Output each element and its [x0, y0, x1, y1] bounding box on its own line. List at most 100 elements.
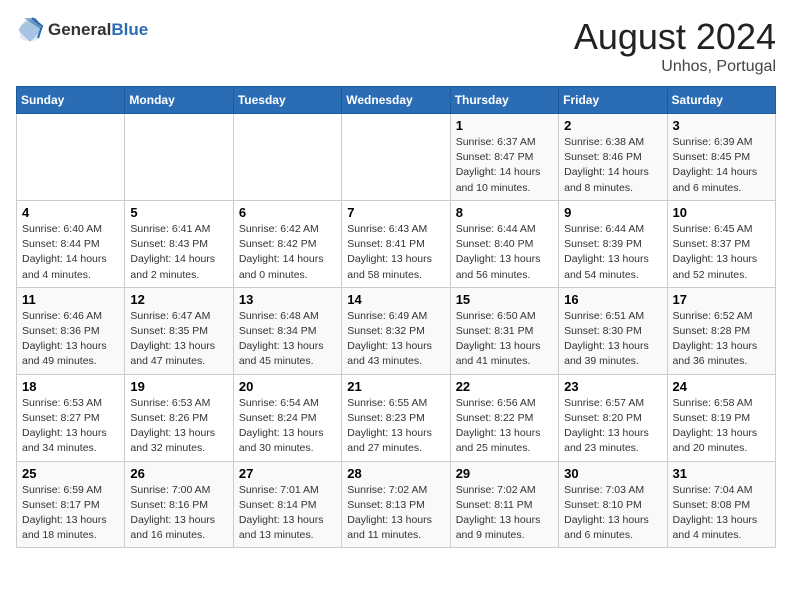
week-row-2: 11 Sunrise: 6:46 AM Sunset: 8:36 PM Dayli…: [17, 287, 776, 374]
calendar-cell: 22 Sunrise: 6:56 AM Sunset: 8:22 PM Dayli…: [450, 374, 558, 461]
header-cell-wednesday: Wednesday: [342, 87, 450, 114]
page-header: GeneralBlue August 2024 Unhos, Portugal: [16, 16, 776, 76]
calendar-cell: 21 Sunrise: 6:55 AM Sunset: 8:23 PM Dayli…: [342, 374, 450, 461]
calendar-body: 1Sunrise: 6:37 AM Sunset: 8:47 PM Daylig…: [17, 114, 776, 548]
cell-content: Sunrise: 6:46 AM Sunset: 8:36 PM Dayligh…: [22, 309, 119, 370]
cell-content: Sunrise: 7:01 AM Sunset: 8:14 PM Dayligh…: [239, 483, 336, 544]
calendar-cell: 23 Sunrise: 6:57 AM Sunset: 8:20 PM Dayli…: [559, 374, 667, 461]
day-number: 26: [130, 466, 227, 481]
location: Unhos, Portugal: [574, 58, 776, 76]
cell-content: Sunrise: 6:40 AM Sunset: 8:44 PM Dayligh…: [22, 222, 119, 283]
cell-content: Sunrise: 6:56 AM Sunset: 8:22 PM Dayligh…: [456, 396, 553, 457]
calendar-cell: 15 Sunrise: 6:50 AM Sunset: 8:31 PM Dayli…: [450, 287, 558, 374]
cell-content: Sunrise: 6:38 AM Sunset: 8:46 PM Dayligh…: [564, 135, 661, 196]
cell-content: Sunrise: 6:55 AM Sunset: 8:23 PM Dayligh…: [347, 396, 444, 457]
cell-content: Sunrise: 6:51 AM Sunset: 8:30 PM Dayligh…: [564, 309, 661, 370]
cell-content: Sunrise: 6:39 AM Sunset: 8:45 PM Dayligh…: [673, 135, 770, 196]
cell-content: Sunrise: 6:43 AM Sunset: 8:41 PM Dayligh…: [347, 222, 444, 283]
day-number: 9: [564, 205, 661, 220]
calendar-cell: 27 Sunrise: 7:01 AM Sunset: 8:14 PM Dayli…: [233, 461, 341, 548]
cell-content: Sunrise: 6:44 AM Sunset: 8:39 PM Dayligh…: [564, 222, 661, 283]
day-number: 31: [673, 466, 770, 481]
cell-content: Sunrise: 6:48 AM Sunset: 8:34 PM Dayligh…: [239, 309, 336, 370]
day-number: 20: [239, 379, 336, 394]
header-row: SundayMondayTuesdayWednesdayThursdayFrid…: [17, 87, 776, 114]
cell-content: Sunrise: 6:59 AM Sunset: 8:17 PM Dayligh…: [22, 483, 119, 544]
day-number: 7: [347, 205, 444, 220]
day-number: 24: [673, 379, 770, 394]
day-number: 8: [456, 205, 553, 220]
logo-text-block: GeneralBlue: [48, 20, 148, 40]
calendar-cell: 13 Sunrise: 6:48 AM Sunset: 8:34 PM Dayli…: [233, 287, 341, 374]
cell-content: Sunrise: 7:03 AM Sunset: 8:10 PM Dayligh…: [564, 483, 661, 544]
calendar-cell: [342, 114, 450, 201]
day-number: 10: [673, 205, 770, 220]
day-number: 22: [456, 379, 553, 394]
calendar-cell: 2 Sunrise: 6:38 AM Sunset: 8:46 PM Daylig…: [559, 114, 667, 201]
day-number: 13: [239, 292, 336, 307]
cell-content: Sunrise: 6:53 AM Sunset: 8:27 PM Dayligh…: [22, 396, 119, 457]
calendar-cell: 31Sunrise: 7:04 AM Sunset: 8:08 PM Dayli…: [667, 461, 775, 548]
header-cell-saturday: Saturday: [667, 87, 775, 114]
week-row-4: 25Sunrise: 6:59 AM Sunset: 8:17 PM Dayli…: [17, 461, 776, 548]
calendar-cell: 6 Sunrise: 6:42 AM Sunset: 8:42 PM Daylig…: [233, 200, 341, 287]
header-cell-monday: Monday: [125, 87, 233, 114]
day-number: 16: [564, 292, 661, 307]
header-cell-tuesday: Tuesday: [233, 87, 341, 114]
calendar-cell: 16 Sunrise: 6:51 AM Sunset: 8:30 PM Dayli…: [559, 287, 667, 374]
day-number: 3: [673, 118, 770, 133]
title-block: August 2024 Unhos, Portugal: [574, 16, 776, 76]
cell-content: Sunrise: 6:53 AM Sunset: 8:26 PM Dayligh…: [130, 396, 227, 457]
calendar-cell: 7 Sunrise: 6:43 AM Sunset: 8:41 PM Daylig…: [342, 200, 450, 287]
calendar-cell: 25Sunrise: 6:59 AM Sunset: 8:17 PM Dayli…: [17, 461, 125, 548]
day-number: 27: [239, 466, 336, 481]
day-number: 6: [239, 205, 336, 220]
calendar-cell: [17, 114, 125, 201]
cell-content: Sunrise: 7:00 AM Sunset: 8:16 PM Dayligh…: [130, 483, 227, 544]
cell-content: Sunrise: 6:47 AM Sunset: 8:35 PM Dayligh…: [130, 309, 227, 370]
day-number: 23: [564, 379, 661, 394]
calendar-cell: 1Sunrise: 6:37 AM Sunset: 8:47 PM Daylig…: [450, 114, 558, 201]
logo: GeneralBlue: [16, 16, 148, 44]
header-cell-sunday: Sunday: [17, 87, 125, 114]
calendar-cell: 14 Sunrise: 6:49 AM Sunset: 8:32 PM Dayli…: [342, 287, 450, 374]
calendar-cell: 11 Sunrise: 6:46 AM Sunset: 8:36 PM Dayli…: [17, 287, 125, 374]
cell-content: Sunrise: 6:49 AM Sunset: 8:32 PM Dayligh…: [347, 309, 444, 370]
week-row-1: 4 Sunrise: 6:40 AM Sunset: 8:44 PM Daylig…: [17, 200, 776, 287]
cell-content: Sunrise: 6:50 AM Sunset: 8:31 PM Dayligh…: [456, 309, 553, 370]
day-number: 11: [22, 292, 119, 307]
day-number: 30: [564, 466, 661, 481]
header-cell-thursday: Thursday: [450, 87, 558, 114]
calendar-cell: 4 Sunrise: 6:40 AM Sunset: 8:44 PM Daylig…: [17, 200, 125, 287]
week-row-3: 18 Sunrise: 6:53 AM Sunset: 8:27 PM Dayli…: [17, 374, 776, 461]
calendar-cell: 19 Sunrise: 6:53 AM Sunset: 8:26 PM Dayli…: [125, 374, 233, 461]
cell-content: Sunrise: 6:42 AM Sunset: 8:42 PM Dayligh…: [239, 222, 336, 283]
calendar-cell: 8Sunrise: 6:44 AM Sunset: 8:40 PM Daylig…: [450, 200, 558, 287]
calendar-cell: 26 Sunrise: 7:00 AM Sunset: 8:16 PM Dayli…: [125, 461, 233, 548]
day-number: 12: [130, 292, 227, 307]
calendar-cell: 9 Sunrise: 6:44 AM Sunset: 8:39 PM Daylig…: [559, 200, 667, 287]
cell-content: Sunrise: 6:57 AM Sunset: 8:20 PM Dayligh…: [564, 396, 661, 457]
cell-content: Sunrise: 7:02 AM Sunset: 8:13 PM Dayligh…: [347, 483, 444, 544]
cell-content: Sunrise: 6:54 AM Sunset: 8:24 PM Dayligh…: [239, 396, 336, 457]
day-number: 21: [347, 379, 444, 394]
calendar-cell: 28 Sunrise: 7:02 AM Sunset: 8:13 PM Dayli…: [342, 461, 450, 548]
calendar-cell: 20 Sunrise: 6:54 AM Sunset: 8:24 PM Dayli…: [233, 374, 341, 461]
day-number: 28: [347, 466, 444, 481]
calendar-cell: 29Sunrise: 7:02 AM Sunset: 8:11 PM Dayli…: [450, 461, 558, 548]
day-number: 19: [130, 379, 227, 394]
cell-content: Sunrise: 6:37 AM Sunset: 8:47 PM Dayligh…: [456, 135, 553, 196]
logo-general: General: [48, 20, 111, 39]
day-number: 4: [22, 205, 119, 220]
calendar-cell: 24Sunrise: 6:58 AM Sunset: 8:19 PM Dayli…: [667, 374, 775, 461]
calendar-cell: 17Sunrise: 6:52 AM Sunset: 8:28 PM Dayli…: [667, 287, 775, 374]
day-number: 17: [673, 292, 770, 307]
calendar-cell: [233, 114, 341, 201]
cell-content: Sunrise: 6:41 AM Sunset: 8:43 PM Dayligh…: [130, 222, 227, 283]
day-number: 18: [22, 379, 119, 394]
day-number: 2: [564, 118, 661, 133]
cell-content: Sunrise: 6:45 AM Sunset: 8:37 PM Dayligh…: [673, 222, 770, 283]
day-number: 15: [456, 292, 553, 307]
day-number: 5: [130, 205, 227, 220]
day-number: 14: [347, 292, 444, 307]
